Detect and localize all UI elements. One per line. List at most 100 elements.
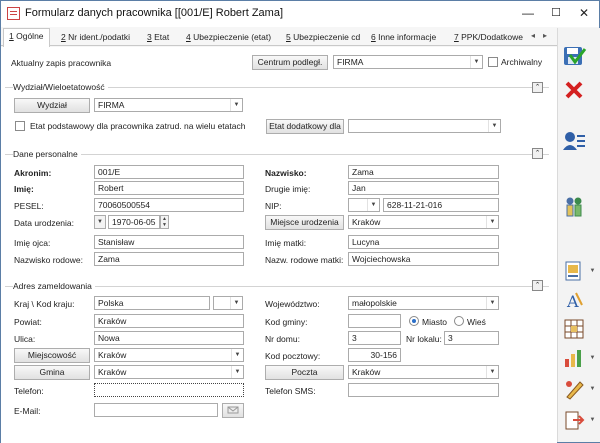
chevron-down-icon: ▼ <box>486 297 498 309</box>
data-urodzenia-input[interactable]: 1970-06-05 <box>108 215 160 229</box>
kod-kraju-select[interactable]: ▼ <box>213 296 243 310</box>
tab-next-icon[interactable]: ▸ <box>543 31 547 40</box>
miejsce-urodzenia-select[interactable]: Kraków ▼ <box>348 215 499 229</box>
export-icon[interactable] <box>561 407 587 433</box>
right-toolbar: ▼ A ▼ ▼ ▼ <box>557 28 600 442</box>
miejsce-urodzenia-button[interactable]: Miejsce urodzenia <box>265 215 344 230</box>
telefon-input[interactable] <box>94 383 244 397</box>
kraj-input[interactable]: Polska <box>94 296 210 310</box>
nazwisko-rodowe-label: Nazwisko rodowe: <box>14 255 83 265</box>
document-icon[interactable] <box>561 258 587 284</box>
akronim-input[interactable]: 001/E <box>94 165 244 179</box>
wojewodztwo-select[interactable]: małopolskie ▼ <box>348 296 499 310</box>
email-label: E-Mail: <box>14 406 41 416</box>
etat-dodatkowy-select[interactable]: ▼ <box>348 119 501 133</box>
tab-etat[interactable]: 3 Etat <box>142 30 174 46</box>
grid-icon[interactable] <box>561 316 587 342</box>
email-input[interactable] <box>94 403 218 417</box>
ulica-input[interactable]: Nowa <box>94 331 244 345</box>
gmina-button[interactable]: Gmina <box>14 365 90 380</box>
centrum-select[interactable]: FIRMA ▼ <box>333 55 483 69</box>
date-spinner-icon[interactable]: ▲ ▼ <box>160 215 169 229</box>
send-email-button[interactable] <box>222 403 244 418</box>
minimize-button[interactable]: — <box>515 4 541 22</box>
pencil-icon[interactable] <box>561 376 587 402</box>
document-menu-chevron-icon[interactable]: ▼ <box>588 258 597 284</box>
collapse-icon[interactable]: ⌃ <box>532 82 543 93</box>
chevron-down-icon: ▼ <box>470 56 482 68</box>
kraj-label: Kraj \ Kod kraju: <box>14 299 75 309</box>
telefon-sms-label: Telefon SMS: <box>265 386 316 396</box>
poczta-button[interactable]: Poczta <box>265 365 344 380</box>
employee-card-icon[interactable] <box>561 128 587 154</box>
chevron-down-icon: ▼ <box>367 199 379 211</box>
calendar-dropdown-icon[interactable]: ▼ <box>94 215 106 229</box>
pencil-menu-chevron-icon[interactable]: ▼ <box>588 376 597 402</box>
collapse-icon[interactable]: ⌃ <box>532 148 543 159</box>
etat-podstawowy-checkbox[interactable] <box>15 121 25 131</box>
kod-gminy-input[interactable] <box>348 314 401 328</box>
imie-matki-input[interactable]: Lucyna <box>348 235 499 249</box>
drugie-imie-input[interactable]: Jan <box>348 181 499 195</box>
powiat-input[interactable]: Kraków <box>94 314 244 328</box>
poczta-select[interactable]: Kraków ▼ <box>348 365 499 379</box>
collapse-icon[interactable]: ⌃ <box>532 280 543 291</box>
nazwisko-input[interactable]: Zama <box>348 165 499 179</box>
ulica-label: Ulica: <box>14 334 36 344</box>
imie-ojca-input[interactable]: Stanisław <box>94 235 244 249</box>
chart-icon[interactable] <box>561 345 587 371</box>
etat-podstawowy-label: Etat podstawowy dla pracownika zatrud. n… <box>30 121 246 131</box>
archiwalny-checkbox[interactable] <box>488 57 498 67</box>
chevron-down-icon: ▼ <box>231 349 243 361</box>
imie-input[interactable]: Robert <box>94 181 244 195</box>
wydzial-select[interactable]: FIRMA ▼ <box>94 98 243 112</box>
export-menu-chevron-icon[interactable]: ▼ <box>588 407 597 433</box>
nip-prefix-select[interactable]: ▼ <box>348 198 380 212</box>
nr-lokalu-input[interactable]: 3 <box>444 331 499 345</box>
window-title: Formularz danych pracownika [[001/E] Rob… <box>25 7 284 19</box>
kod-gminy-label: Kod gminy: <box>265 317 308 327</box>
tab-inne-informacje[interactable]: 6 Inne informacje <box>366 30 441 46</box>
text-tool-icon[interactable]: A <box>561 287 587 313</box>
employee-form-window: Formularz danych pracownika [[001/E] Rob… <box>0 0 600 443</box>
nazwisko-rodowe-input[interactable]: Zama <box>94 252 244 266</box>
wydzial-button[interactable]: Wydział <box>14 98 90 113</box>
email-icon <box>227 406 239 414</box>
miejscowosc-select[interactable]: Kraków ▼ <box>94 348 244 362</box>
dane-section-title: Dane personalne <box>13 149 81 159</box>
nazwisko-rodowe-matki-input[interactable]: Wojciechowska <box>348 252 499 266</box>
gmina-select[interactable]: Kraków ▼ <box>94 365 244 379</box>
nr-domu-input[interactable]: 3 <box>348 331 401 345</box>
nip-input[interactable]: 628-11-21-016 <box>383 198 499 212</box>
miasto-radio[interactable] <box>409 316 419 326</box>
title-bar: Formularz danych pracownika [[001/E] Rob… <box>1 1 599 27</box>
kod-pocztowy-label: Kod pocztowy: <box>265 351 321 361</box>
centrum-podleglosci-button[interactable]: Centrum podległ. <box>252 55 328 70</box>
chevron-down-icon: ▼ <box>231 366 243 378</box>
nazwisko-rodowe-matki-label: Nazw. rodowe matki: <box>265 255 344 265</box>
tab-ubezpieczenie-etat[interactable]: 4 Ubezpieczenie (etat) <box>181 30 276 46</box>
tab-nr-ident[interactable]: 2 Nr ident./podatki <box>56 30 135 46</box>
people-icon[interactable] <box>561 193 587 219</box>
maximize-button[interactable]: ☐ <box>543 4 569 22</box>
chart-menu-chevron-icon[interactable]: ▼ <box>588 345 597 371</box>
wies-radio[interactable] <box>454 316 464 326</box>
imie-ojca-label: Imię ojca: <box>14 238 51 248</box>
pesel-input[interactable]: 70060500554 <box>94 198 244 212</box>
telefon-label: Telefon: <box>14 386 44 396</box>
pesel-label: PESEL: <box>14 201 44 211</box>
nr-lokalu-label: Nr lokalu: <box>406 334 442 344</box>
tab-prev-icon[interactable]: ◂ <box>531 31 535 40</box>
tab-ppk-dodatkowe[interactable]: 7 PPK/Dodatkowe <box>449 30 528 46</box>
tab-ogolne[interactable]: 1 Ogólne <box>3 28 50 47</box>
save-icon[interactable] <box>561 44 587 70</box>
kod-pocztowy-input[interactable]: 30-156 <box>348 348 401 362</box>
etat-dodatkowy-button[interactable]: Etat dodatkowy dla <box>266 119 344 134</box>
drugie-imie-label: Drugie imię: <box>265 184 311 194</box>
miejscowosc-button[interactable]: Miejscowość <box>14 348 90 363</box>
archiwalny-label: Archiwalny <box>501 57 543 67</box>
tab-ubezpieczenie-cd[interactable]: 5 Ubezpieczenie cd <box>281 30 365 46</box>
telefon-sms-input[interactable] <box>348 383 499 397</box>
cancel-icon[interactable] <box>561 77 587 103</box>
close-button[interactable]: ✕ <box>571 4 597 22</box>
